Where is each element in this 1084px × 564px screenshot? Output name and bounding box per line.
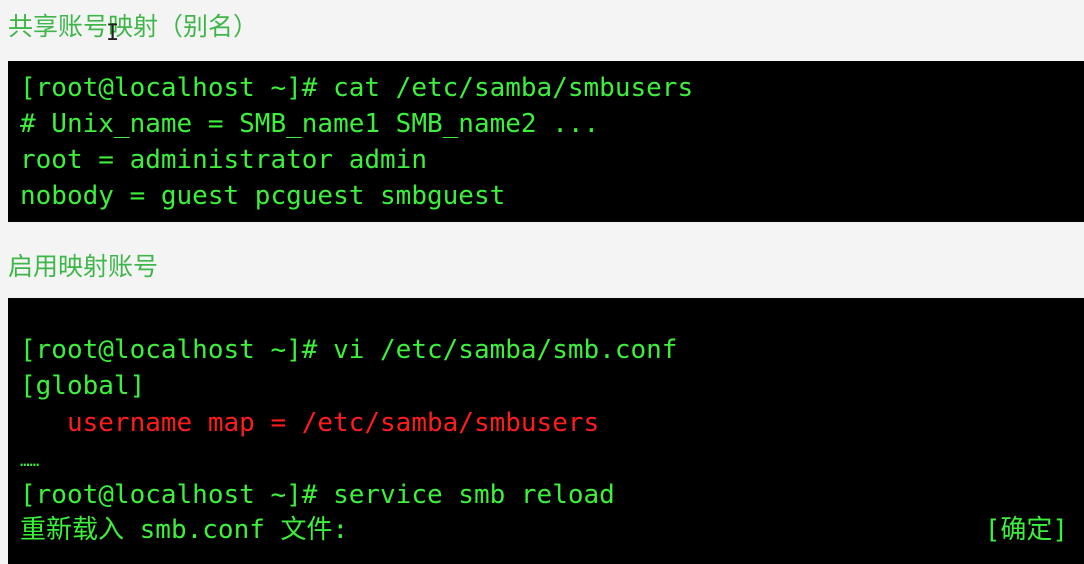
- terminal-line-reload-status: 重新载入 smb.conf 文件:: [20, 515, 349, 545]
- terminal-status-ok: [确定]: [984, 515, 1068, 545]
- terminal-line-vi-command: [root@localhost ~]# vi /etc/samba/smb.co…: [20, 335, 678, 365]
- terminal-line-command: [root@localhost ~]# cat /etc/samba/smbus…: [20, 73, 694, 103]
- section-heading-share-mapping: 共享账号映射（别名）: [8, 12, 259, 41]
- text-cursor-icon: I: [106, 21, 120, 46]
- terminal-line-global-section: [global]: [20, 371, 146, 401]
- terminal-line-username-map: username map = /etc/samba/smbusers: [20, 408, 600, 438]
- terminal-line-reload-command: [root@localhost ~]# service smb reload: [20, 480, 615, 510]
- terminal-line-ellipsis: ……: [20, 451, 40, 470]
- terminal-line-nobody-mapping: nobody = guest pcguest smbguest: [20, 181, 506, 211]
- section-heading-enable-mapping: 启用映射账号: [8, 252, 159, 281]
- terminal-line-root-mapping: root = administrator admin: [20, 145, 427, 175]
- terminal-smbusers: [root@localhost ~]# cat /etc/samba/smbus…: [8, 61, 1084, 222]
- terminal-line-comment: # Unix_name = SMB_name1 SMB_name2 ...: [20, 109, 600, 139]
- terminal-smb-conf: [root@localhost ~]# vi /etc/samba/smb.co…: [8, 298, 1084, 564]
